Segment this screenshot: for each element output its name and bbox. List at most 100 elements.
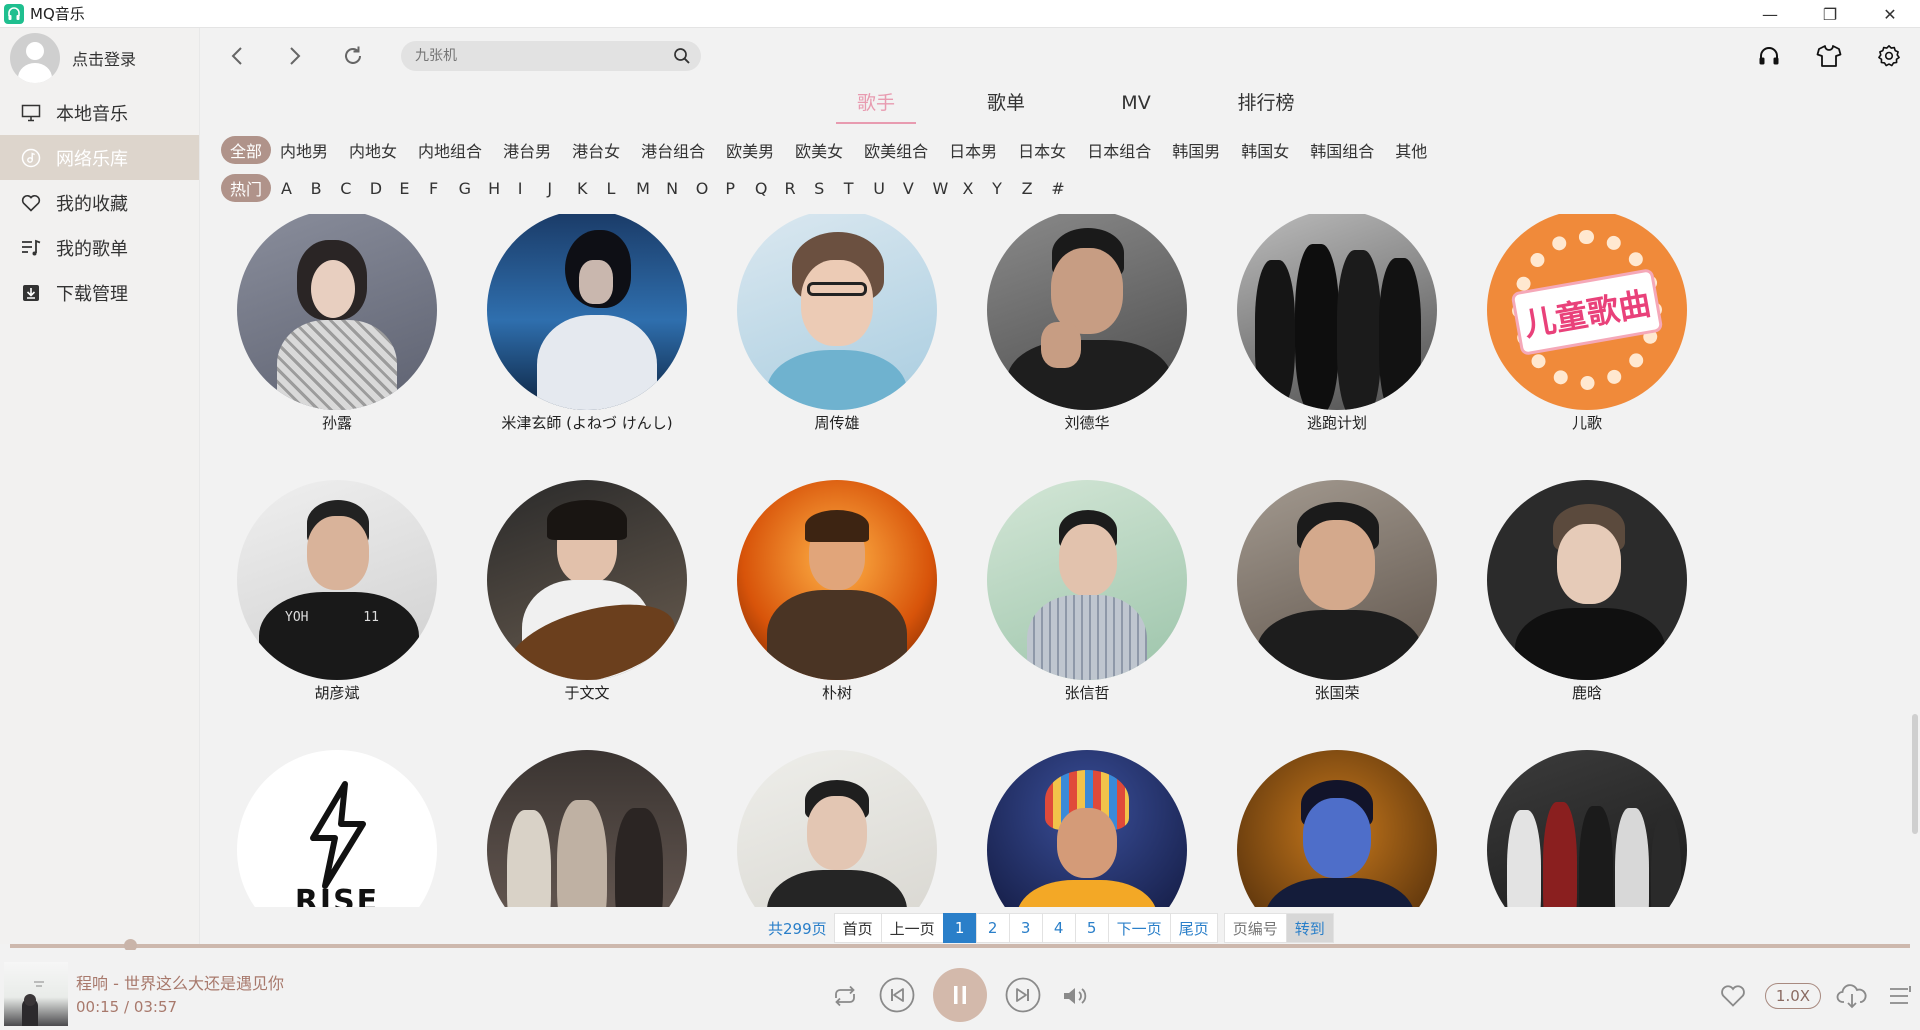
letter-filter[interactable]: U [867,174,897,202]
sidebar-item-favorites[interactable]: 我的收藏 [0,180,199,225]
artist-name[interactable]: 米津玄師 (よねづ けんし) [467,412,707,432]
region-filter-chip[interactable]: 韩国女 [1232,136,1298,164]
artist-avatar[interactable] [1487,480,1687,680]
forward-button[interactable] [281,42,309,70]
artist-avatar[interactable] [1237,750,1437,907]
page-button[interactable]: 1 [942,913,977,943]
headphones-button[interactable] [1755,42,1783,70]
artist-avatar[interactable] [1237,214,1437,410]
artist-name[interactable]: 儿歌 [1467,412,1707,432]
artist-avatar[interactable] [987,214,1187,410]
artist-card[interactable]: 于文文 [467,480,707,702]
artist-avatar[interactable]: RISE [237,750,437,907]
back-button[interactable] [223,42,251,70]
tab-mv[interactable]: MV [1071,88,1201,124]
artist-avatar[interactable] [487,750,687,907]
letter-filter[interactable]: T [838,174,868,202]
artist-card[interactable] [1217,750,1457,907]
letter-filter[interactable]: R [779,174,809,202]
region-filter-chip[interactable]: 日本女 [1009,136,1075,164]
letter-filter[interactable]: N [660,174,690,202]
artist-avatar[interactable] [1237,480,1437,680]
artist-name[interactable]: 逃跑计划 [1217,412,1457,432]
artist-card[interactable]: 儿童歌曲 儿歌 [1467,214,1707,432]
artist-card[interactable] [967,750,1207,907]
artist-card[interactable] [1467,750,1707,907]
first-page-button[interactable]: 首页 [833,913,882,943]
letter-filter[interactable]: A [275,174,305,202]
volume-button[interactable] [1060,981,1090,1011]
region-filter-chip[interactable]: 日本男 [940,136,1006,164]
artist-avatar[interactable] [987,480,1187,680]
last-page-button[interactable]: 尾页 [1169,913,1218,943]
letter-filter[interactable]: O [690,174,720,202]
letter-filter[interactable]: W [926,174,956,202]
sidebar-item-downloads[interactable]: 下载管理 [0,270,199,315]
region-filter-chip[interactable]: 日本组合 [1078,136,1160,164]
artist-card[interactable]: 刘德华 [967,214,1207,432]
user-panel[interactable]: 点击登录 [0,28,199,88]
artist-name[interactable]: 张国荣 [1217,682,1457,702]
artist-card[interactable]: 周传雄 [717,214,957,432]
region-filter-chip[interactable]: 欧美男 [717,136,783,164]
letter-filter[interactable]: L [601,174,631,202]
refresh-button[interactable] [339,42,367,70]
letter-filter[interactable]: P [719,174,749,202]
login-link[interactable]: 点击登录 [72,46,136,70]
page-button[interactable]: 3 [1008,913,1043,943]
artist-name[interactable]: 周传雄 [717,412,957,432]
letter-filter[interactable]: B [305,174,335,202]
previous-track-button[interactable] [879,977,915,1013]
region-filter-chip[interactable]: 内地组合 [409,136,491,164]
next-track-button[interactable] [1005,977,1041,1013]
letter-filter[interactable]: M [630,174,660,202]
letter-filter[interactable]: D [364,174,394,202]
region-filter-chip[interactable]: 欧美女 [786,136,852,164]
sidebar-item-my-playlists[interactable]: 我的歌单 [0,225,199,270]
artist-card[interactable]: 米津玄師 (よねづ けんし) [467,214,707,432]
artist-card[interactable]: YOH 11 胡彦斌 [217,480,457,702]
pause-button[interactable] [933,968,987,1022]
letter-filter[interactable]: Z [1016,174,1046,202]
page-button[interactable]: 2 [975,913,1010,943]
minimize-button[interactable]: — [1740,0,1800,28]
artist-avatar[interactable] [487,480,687,680]
search-input[interactable] [415,48,673,64]
letter-filter[interactable]: # [1045,174,1075,202]
region-filter-chip[interactable]: 港台女 [563,136,629,164]
playlist-queue-button[interactable] [1886,981,1916,1011]
artist-name[interactable]: 张信哲 [967,682,1207,702]
page-number-input[interactable]: 页编号 [1223,913,1287,943]
close-button[interactable]: ✕ [1860,0,1920,28]
hot-filter-chip[interactable]: 热门 [221,174,272,202]
artist-card[interactable]: 鹿晗 [1467,480,1707,702]
avatar[interactable] [10,33,60,83]
artist-card[interactable] [467,750,707,907]
artist-card[interactable]: 朴树 [717,480,957,702]
playback-progress[interactable] [10,939,1910,952]
speed-button[interactable]: 1.0X [1765,983,1821,1009]
sidebar-item-local-music[interactable]: 本地音乐 [0,90,199,135]
go-to-page-button[interactable]: 转到 [1285,913,1334,943]
sidebar-item-online-library[interactable]: 网络乐库 [0,135,199,180]
skin-button[interactable] [1815,42,1843,70]
letter-filter[interactable]: Q [749,174,779,202]
artist-avatar[interactable] [487,214,687,410]
artist-name[interactable]: 孙露 [217,412,457,432]
artist-card[interactable]: 张信哲 [967,480,1207,702]
artist-avatar[interactable]: 儿童歌曲 [1487,214,1687,410]
artist-name[interactable]: 鹿晗 [1467,682,1707,702]
artist-card[interactable]: RISE [217,750,457,907]
region-filter-chip[interactable]: 港台男 [494,136,560,164]
artist-name[interactable]: 朴树 [717,682,957,702]
artist-card[interactable]: 孙露 [217,214,457,432]
letter-filter[interactable]: J [541,174,571,202]
region-filter-chip[interactable]: 内地女 [340,136,406,164]
letter-filter[interactable]: F [423,174,453,202]
prev-page-button[interactable]: 上一页 [880,913,944,943]
region-filter-chip[interactable]: 韩国组合 [1301,136,1383,164]
region-filter-chip[interactable]: 韩国男 [1163,136,1229,164]
page-button[interactable]: 5 [1074,913,1109,943]
artist-avatar[interactable] [737,214,937,410]
tab-playlists[interactable]: 歌单 [941,88,1071,124]
